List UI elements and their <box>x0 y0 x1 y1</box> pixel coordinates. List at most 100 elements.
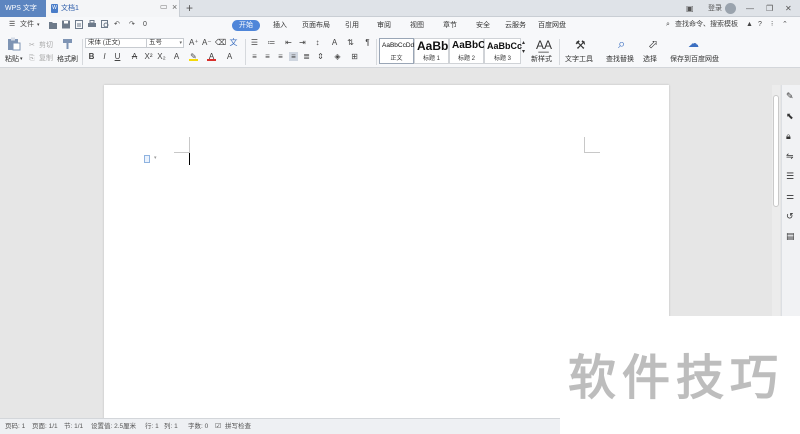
tab-home[interactable]: 开始 <box>232 20 260 31</box>
close-tab-icon[interactable]: × <box>172 2 177 12</box>
style-heading-1[interactable]: AaBb 标题 1 <box>414 38 449 64</box>
justify-icon[interactable]: ≡ <box>289 52 298 61</box>
tab-review[interactable]: 审阅 <box>375 20 393 31</box>
chevron-down-icon[interactable]: ▾ <box>37 17 40 33</box>
bullet-list-icon[interactable]: ☰ <box>250 38 259 47</box>
help-icon[interactable]: ? <box>758 17 762 33</box>
lock-icon[interactable]: 🔒︎ <box>786 131 796 141</box>
cut-icon[interactable]: ✂ <box>29 41 35 50</box>
copy-button[interactable]: 复制 <box>39 54 53 63</box>
char-border-icon[interactable]: A <box>225 52 234 61</box>
sort-icon[interactable]: ⇅ <box>346 38 355 47</box>
align-center-icon[interactable]: ≡ <box>263 52 272 61</box>
spell-check-icon[interactable]: ☑ <box>215 419 221 434</box>
undo-icon[interactable]: ↶ <box>114 17 120 33</box>
tab-page-layout[interactable]: 页面布局 <box>300 20 332 31</box>
pin-icon[interactable]: ▭ <box>160 2 168 11</box>
collapse-ribbon-icon[interactable]: ▲ <box>746 17 753 33</box>
copy-icon[interactable]: ⎘ <box>29 54 35 63</box>
paste-button[interactable]: 粘贴 <box>5 55 19 64</box>
save-icon[interactable] <box>62 20 70 29</box>
file-menu[interactable]: 文件 <box>20 17 34 33</box>
grow-font-icon[interactable]: A⁺ <box>189 38 199 47</box>
font-size-select[interactable]: 五号 ▾ <box>146 38 184 48</box>
new-style-button[interactable]: 新样式 <box>531 55 552 64</box>
status-word-count[interactable]: 字数: 0 <box>188 419 208 434</box>
tab-security[interactable]: 安全 <box>474 20 492 31</box>
subscript-icon[interactable]: X₂ <box>157 52 166 61</box>
new-style-icon[interactable]: A͟A <box>536 38 552 52</box>
font-color-icon[interactable]: A <box>207 52 216 61</box>
tab-references[interactable]: 引用 <box>343 20 361 31</box>
find-replace-button[interactable]: 查找替换 <box>606 55 634 64</box>
layout-icon[interactable]: ▤ <box>786 231 796 241</box>
close-window-icon[interactable]: ✕ <box>785 0 792 17</box>
tab-view[interactable]: 视图 <box>408 20 426 31</box>
login-link[interactable]: 登录 <box>708 0 722 17</box>
chevron-up-icon[interactable]: ⌃ <box>782 17 788 33</box>
align-left-icon[interactable]: ≡ <box>250 52 259 61</box>
line-spacing-icon[interactable]: ↕ <box>313 38 322 47</box>
decrease-indent-icon[interactable]: ⇤ <box>284 38 293 47</box>
select-button[interactable]: 选择 <box>643 55 657 64</box>
format-painter-icon[interactable] <box>62 38 73 50</box>
avatar[interactable] <box>725 3 736 14</box>
share-icon[interactable]: ⇋ <box>786 151 796 161</box>
redo-icon[interactable]: ↷ <box>129 17 135 33</box>
phonetic-icon[interactable]: 文 <box>229 38 238 47</box>
pointer-icon[interactable]: ⬉ <box>786 111 796 121</box>
chevron-down-icon[interactable]: ▾ <box>154 155 157 161</box>
highlight-icon[interactable]: ✎ <box>189 52 198 61</box>
scrollbar-thumb[interactable] <box>773 95 779 207</box>
print-icon[interactable] <box>88 20 96 29</box>
open-folder-icon[interactable] <box>49 20 57 29</box>
text-effect-icon[interactable]: A <box>172 52 181 61</box>
outline-icon[interactable]: ☰ <box>786 171 796 181</box>
save-to-baidu-button[interactable]: 保存到百度网盘 <box>670 55 719 64</box>
export-pdf-icon[interactable] <box>75 20 83 29</box>
tab-cloud-service[interactable]: 云服务 <box>503 20 528 31</box>
select-icon[interactable]: ⬀ <box>648 37 658 51</box>
shading-icon[interactable]: ◈ <box>333 52 342 61</box>
more-icon[interactable]: ⁝ <box>771 17 773 33</box>
align-right-icon[interactable]: ≡ <box>276 52 285 61</box>
style-heading-3[interactable]: AaBbCc 标题 3 <box>484 38 522 64</box>
style-heading-2[interactable]: AaBbC 标题 2 <box>449 38 485 64</box>
bold-icon[interactable]: B <box>87 52 96 61</box>
increase-indent-icon[interactable]: ⇥ <box>298 38 307 47</box>
command-search[interactable]: 查找命令、搜索模板 <box>675 17 738 33</box>
minimize-icon[interactable]: — <box>746 0 754 17</box>
text-tools-button[interactable]: 文字工具 <box>565 55 593 64</box>
superscript-icon[interactable]: X² <box>144 52 153 61</box>
history-icon[interactable]: ↺ <box>786 211 796 221</box>
numbered-list-icon[interactable]: ≔ <box>267 38 276 47</box>
text-tools-icon[interactable]: ⚒ <box>575 38 586 52</box>
underline-icon[interactable]: U <box>113 52 122 61</box>
paste-dropdown-icon[interactable]: ▾ <box>20 55 23 64</box>
app-tab[interactable]: WPS 文字 <box>0 0 46 17</box>
new-tab-button[interactable]: + <box>186 0 193 16</box>
tab-chapter[interactable]: 章节 <box>441 20 459 31</box>
line-spacing-icon[interactable]: ⇕ <box>316 52 325 61</box>
edit-icon[interactable]: ✎ <box>786 91 796 101</box>
show-hide-icon[interactable]: ¶ <box>363 38 372 47</box>
spell-check-button[interactable]: 拼写检查 <box>225 419 251 434</box>
tab-insert[interactable]: 插入 <box>271 20 289 31</box>
document-tab[interactable]: W 文档1 ▭ × <box>46 0 180 18</box>
adjust-icon[interactable]: ⚌ <box>786 191 796 201</box>
strikethrough-icon[interactable]: A <box>130 52 139 61</box>
border-icon[interactable]: ⊞ <box>350 52 359 61</box>
print-preview-icon[interactable] <box>101 20 109 29</box>
chinese-layout-icon[interactable]: A <box>330 38 339 47</box>
distributed-icon[interactable]: ≣ <box>302 52 311 61</box>
paste-icon[interactable] <box>7 37 21 51</box>
menu-icon[interactable]: ☰ <box>9 17 15 33</box>
restore-icon[interactable]: ❐ <box>766 0 773 17</box>
italic-icon[interactable]: I <box>100 52 109 61</box>
window-layout-icon[interactable]: ▣ <box>686 0 694 17</box>
find-replace-icon[interactable]: ⌕ <box>618 37 625 51</box>
paragraph-layout-icon[interactable] <box>144 155 150 163</box>
styles-more-icon[interactable]: ▴ ▾ <box>522 39 525 57</box>
cut-button[interactable]: 剪切 <box>39 41 53 50</box>
clear-format-icon[interactable]: ⌫ <box>215 38 226 47</box>
